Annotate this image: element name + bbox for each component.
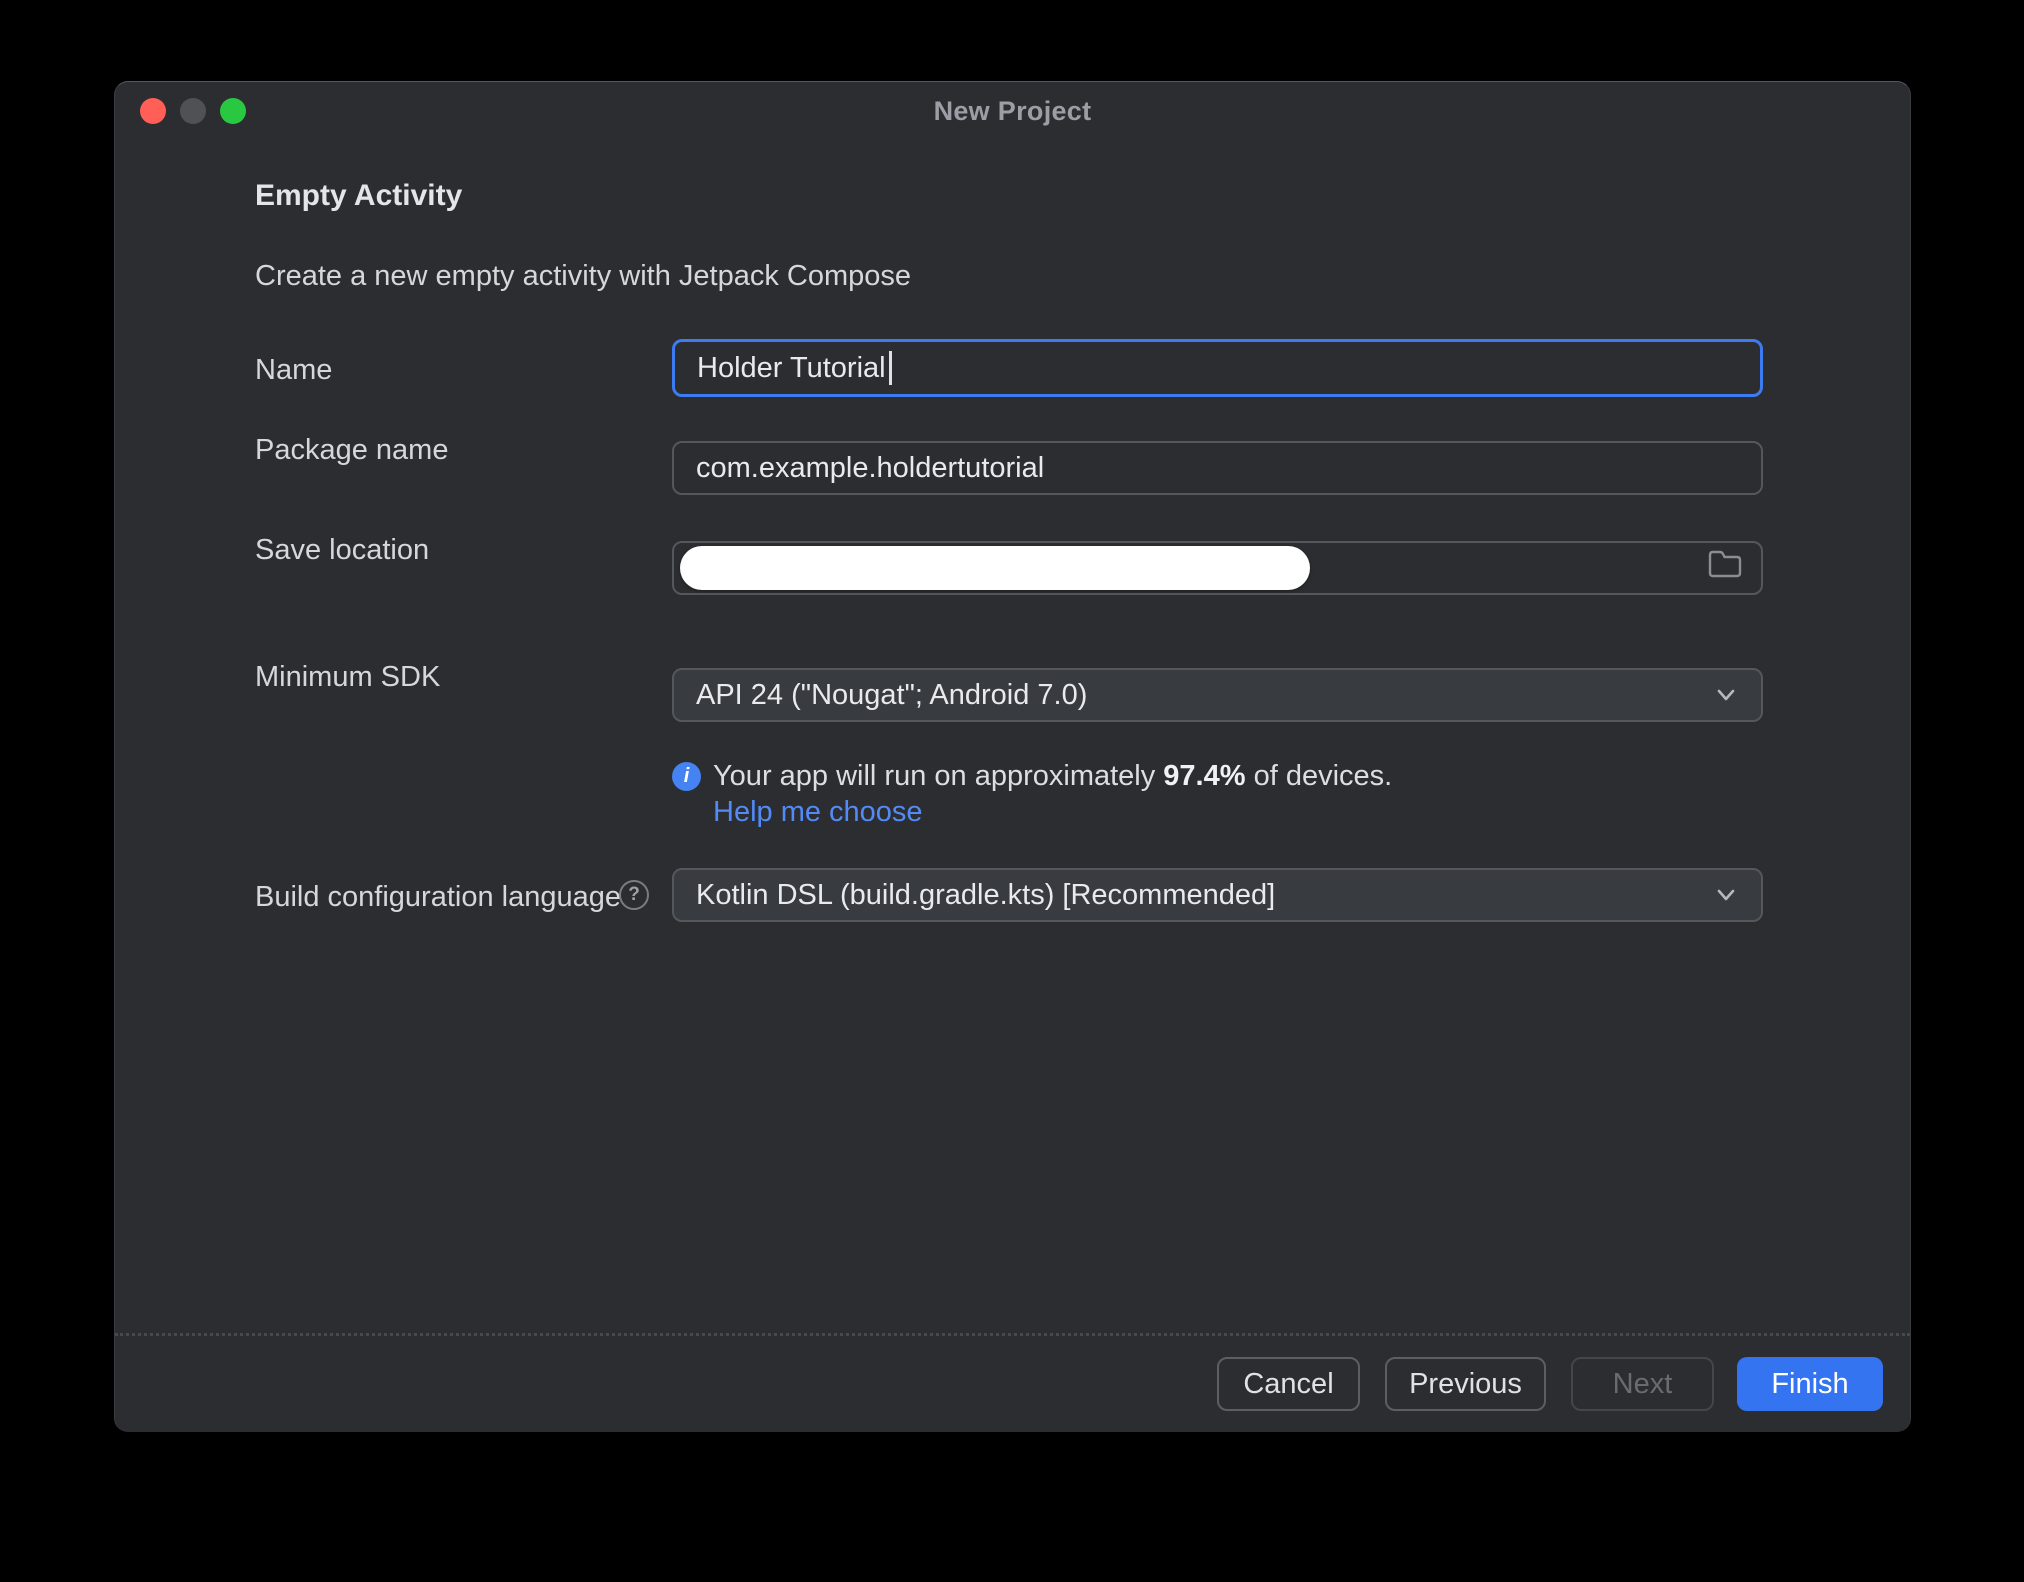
sdk-coverage-prefix: Your app will run on approximately: [713, 760, 1164, 792]
browse-folder-button[interactable]: [1705, 548, 1745, 588]
footer-divider: [115, 1333, 1910, 1336]
previous-button[interactable]: Previous: [1385, 1357, 1546, 1411]
folder-icon: [1708, 549, 1742, 587]
cancel-button[interactable]: Cancel: [1217, 1357, 1360, 1411]
minimum-sdk-selected-value: API 24 ("Nougat"; Android 7.0): [696, 678, 1088, 711]
name-input[interactable]: Holder Tutorial: [672, 339, 1763, 397]
chevron-down-icon: [1713, 882, 1739, 908]
minimum-sdk-label: Minimum SDK: [255, 661, 441, 693]
package-name-label: Package name: [255, 434, 449, 466]
minimum-sdk-dropdown[interactable]: API 24 ("Nougat"; Android 7.0): [672, 668, 1763, 722]
help-me-choose-link[interactable]: Help me choose: [713, 796, 923, 829]
build-config-selected-value: Kotlin DSL (build.gradle.kts) [Recommend…: [696, 878, 1276, 911]
window-title: New Project: [933, 96, 1092, 126]
titlebar: New Project: [115, 82, 1910, 138]
package-name-input-value: com.example.holdertutorial: [696, 451, 1045, 484]
page-title: Empty Activity: [255, 179, 463, 212]
new-project-dialog: New Project Empty Activity Create a new …: [114, 81, 1911, 1432]
save-location-redacted-value: [680, 546, 1310, 590]
next-button: Next: [1571, 1357, 1714, 1411]
sdk-coverage-note: i Your app will run on approximately 97.…: [672, 760, 1392, 793]
text-caret: [888, 351, 892, 385]
save-location-input[interactable]: [672, 541, 1763, 595]
info-icon: i: [672, 762, 701, 791]
name-input-value: Holder Tutorial: [697, 351, 886, 384]
build-config-dropdown[interactable]: Kotlin DSL (build.gradle.kts) [Recommend…: [672, 868, 1763, 922]
sdk-coverage-suffix: of devices.: [1245, 760, 1393, 792]
sdk-coverage-text: Your app will run on approximately 97.4%…: [713, 760, 1392, 793]
package-name-input[interactable]: com.example.holdertutorial: [672, 441, 1763, 495]
build-config-label: Build configuration language: [255, 881, 621, 913]
finish-button[interactable]: Finish: [1737, 1357, 1883, 1411]
save-location-label: Save location: [255, 534, 430, 566]
chevron-down-icon: [1713, 682, 1739, 708]
name-label: Name: [255, 354, 333, 386]
page-subtitle: Create a new empty activity with Jetpack…: [255, 260, 911, 292]
help-icon[interactable]: ?: [619, 880, 649, 910]
sdk-coverage-percentage: 97.4%: [1163, 760, 1246, 792]
